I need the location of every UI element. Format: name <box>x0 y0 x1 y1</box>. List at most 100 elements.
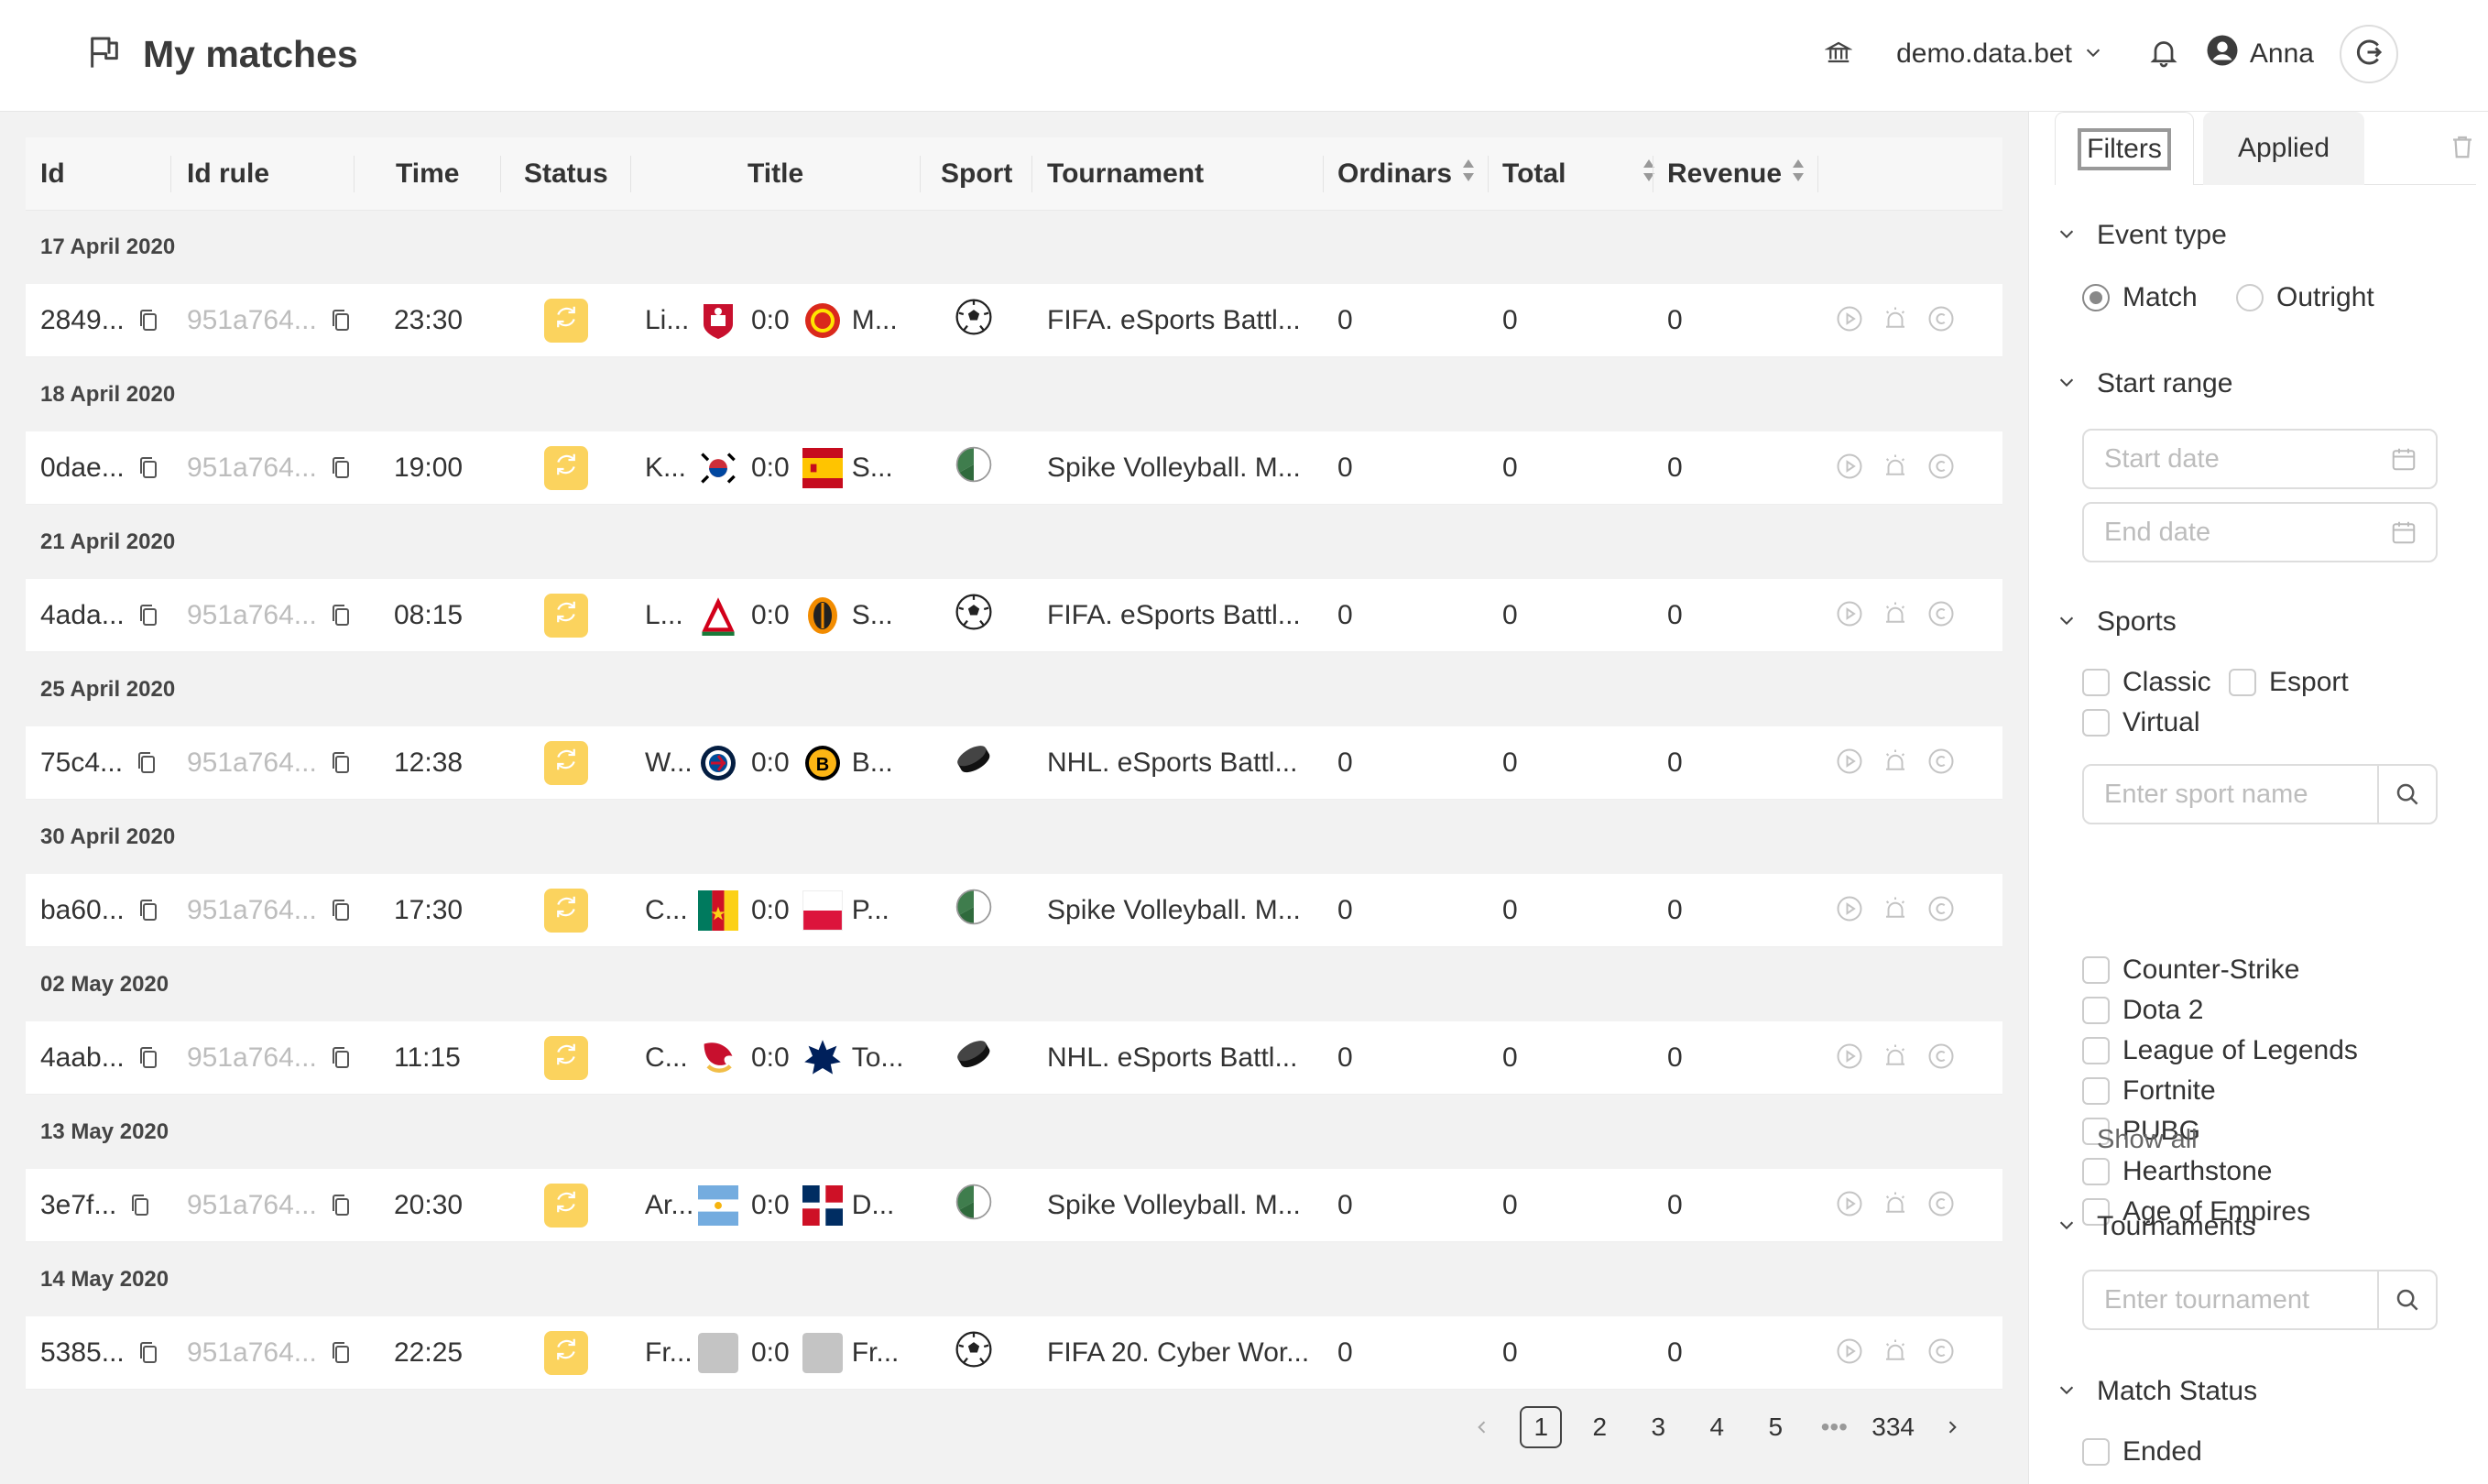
show-all-link[interactable]: Show all <box>2097 1125 2198 1155</box>
copyright-icon[interactable] <box>1927 1190 1955 1222</box>
table-row[interactable]: 75c4... 951a764... 12:38 W... 0:0 B B... NHL. e… <box>26 726 2002 800</box>
copy-icon[interactable] <box>330 455 352 481</box>
sport-search-input[interactable]: Enter sport name <box>2082 764 2438 824</box>
copyright-icon[interactable] <box>1927 747 1955 780</box>
page-5-button[interactable]: 5 <box>1754 1406 1796 1448</box>
play-icon[interactable] <box>1836 1190 1863 1222</box>
status-badge[interactable] <box>544 889 588 933</box>
status-badge[interactable] <box>544 446 588 490</box>
copyright-icon[interactable] <box>1927 895 1955 927</box>
copy-icon[interactable] <box>137 1340 159 1366</box>
prev-page-button[interactable] <box>1461 1406 1503 1448</box>
status-ended-checkbox[interactable]: Ended <box>2082 1436 2202 1468</box>
col-revenue[interactable]: Revenue <box>1667 137 1806 211</box>
copy-icon[interactable] <box>137 603 159 628</box>
bell-icon[interactable] <box>2147 36 2180 73</box>
search-button[interactable] <box>2377 766 2436 823</box>
sport-classic-checkbox[interactable]: Classic <box>2082 667 2211 698</box>
event-type-match-radio[interactable]: Match <box>2082 282 2198 313</box>
copyright-icon[interactable] <box>1927 453 1955 485</box>
alarm-icon[interactable] <box>1882 600 1909 632</box>
alarm-icon[interactable] <box>1882 1042 1909 1075</box>
table-row[interactable]: ba60... 951a764... 17:30 C... 0:0 P... Spike V… <box>26 874 2002 947</box>
play-icon[interactable] <box>1836 895 1863 927</box>
copy-icon[interactable] <box>330 898 352 923</box>
domain-selector[interactable]: demo.data.bet <box>1896 38 2103 70</box>
page-1-button[interactable]: 1 <box>1520 1406 1563 1448</box>
play-icon[interactable] <box>1836 1042 1863 1075</box>
status-badge[interactable] <box>544 299 588 343</box>
table-row[interactable]: 4ada... 951a764... 08:15 L... 0:0 S... FIFA. e… <box>26 579 2002 652</box>
start-date-input[interactable]: Start date <box>2082 429 2438 489</box>
play-icon[interactable] <box>1836 747 1863 780</box>
copy-icon[interactable] <box>330 1193 352 1218</box>
copy-icon[interactable] <box>129 1193 151 1218</box>
copy-icon[interactable] <box>330 308 352 333</box>
copy-icon[interactable] <box>137 308 159 333</box>
event-type-section-toggle[interactable]: Event type <box>2057 220 2227 251</box>
copyright-icon[interactable] <box>1927 305 1955 337</box>
copy-icon[interactable] <box>136 750 158 776</box>
play-icon[interactable] <box>1836 600 1863 632</box>
table-row[interactable]: 2849... 951a764... 23:30 Li... 0:0 M... FIFA. … <box>26 284 2002 357</box>
tab-filters[interactable]: Filters <box>2055 112 2194 185</box>
table-row[interactable]: 4aab... 951a764... 11:15 C... 0:0 To... NHL. e… <box>26 1021 2002 1095</box>
alarm-icon[interactable] <box>1882 1337 1909 1369</box>
alarm-icon[interactable] <box>1882 747 1909 780</box>
copyright-icon[interactable] <box>1927 1042 1955 1075</box>
pagination-ellipsis[interactable]: ••• <box>1813 1406 1855 1448</box>
tab-applied[interactable]: Applied <box>2203 112 2364 185</box>
table-row[interactable]: 3e7f... 951a764... 20:30 Ar... 0:0 D... Spike … <box>26 1169 2002 1242</box>
alarm-icon[interactable] <box>1882 1190 1909 1222</box>
play-icon[interactable] <box>1836 305 1863 337</box>
status-badge[interactable] <box>544 594 588 638</box>
tournaments-section-toggle[interactable]: Tournaments <box>2057 1211 2255 1242</box>
alarm-icon[interactable] <box>1882 305 1909 337</box>
logout-button[interactable] <box>2340 25 2398 83</box>
col-total[interactable]: Total <box>1502 137 1665 211</box>
copyright-icon[interactable] <box>1927 600 1955 632</box>
copy-icon[interactable] <box>137 455 159 481</box>
status-badge[interactable] <box>544 1184 588 1228</box>
copy-icon[interactable] <box>330 750 352 776</box>
play-icon[interactable] <box>1836 453 1863 485</box>
status-badge[interactable] <box>544 1036 588 1080</box>
status-badge[interactable] <box>544 741 588 785</box>
start-range-section-toggle[interactable]: Start range <box>2057 368 2232 399</box>
sport-search-placeholder: Enter sport name <box>2104 779 2308 809</box>
tournament-search-input[interactable]: Enter tournament <box>2082 1270 2438 1330</box>
play-icon[interactable] <box>1836 1337 1863 1369</box>
copy-icon[interactable] <box>330 603 352 628</box>
table-row[interactable]: 0dae... 951a764... 19:00 K... 0:0 S... Spike V… <box>26 431 2002 505</box>
col-ordinars[interactable]: Ordinars <box>1337 137 1476 211</box>
sport-virtual-checkbox[interactable]: Virtual <box>2082 707 2200 738</box>
page-last-button[interactable]: 334 <box>1871 1406 1915 1448</box>
sports-section-toggle[interactable]: Sports <box>2057 606 2177 638</box>
match-status-section-toggle[interactable]: Match Status <box>2057 1376 2257 1407</box>
event-type-outright-radio[interactable]: Outright <box>2236 282 2374 313</box>
next-page-button[interactable] <box>1931 1406 1973 1448</box>
page-2-button[interactable]: 2 <box>1578 1406 1620 1448</box>
copy-icon[interactable] <box>330 1340 352 1366</box>
end-date-input[interactable]: End date <box>2082 502 2438 562</box>
status-badge[interactable] <box>544 1331 588 1375</box>
alarm-icon[interactable] <box>1882 895 1909 927</box>
sport-item-checkbox[interactable]: Counter-Strike <box>2082 955 2299 986</box>
table-row[interactable]: 5385... 951a764... 22:25 Fr... 0:0 Fr... FIFA … <box>26 1316 2002 1390</box>
copyright-icon[interactable] <box>1927 1337 1955 1369</box>
sport-esport-checkbox[interactable]: Esport <box>2229 667 2349 698</box>
user-menu[interactable]: Anna <box>2206 34 2314 74</box>
sport-item-checkbox[interactable]: League of Legends <box>2082 1035 2358 1066</box>
trash-icon[interactable] <box>2449 132 2476 166</box>
copy-icon[interactable] <box>137 898 159 923</box>
sport-item-checkbox[interactable]: Fortnite <box>2082 1075 2216 1107</box>
page-4-button[interactable]: 4 <box>1696 1406 1738 1448</box>
sport-item-checkbox[interactable]: Dota 2 <box>2082 995 2203 1026</box>
page-3-button[interactable]: 3 <box>1637 1406 1679 1448</box>
copy-icon[interactable] <box>137 1045 159 1071</box>
search-button[interactable] <box>2377 1271 2436 1328</box>
alarm-icon[interactable] <box>1882 453 1909 485</box>
sport-item-checkbox[interactable]: Hearthstone <box>2082 1156 2272 1187</box>
bank-icon[interactable] <box>1824 38 1853 71</box>
copy-icon[interactable] <box>330 1045 352 1071</box>
